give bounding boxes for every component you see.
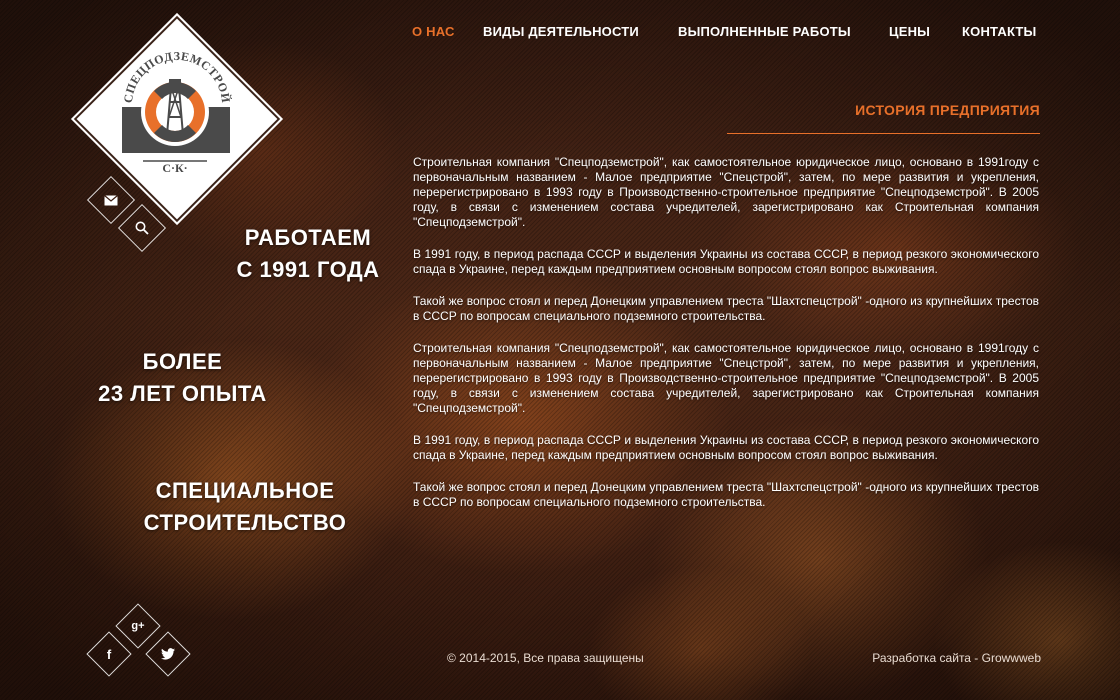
- logo-abbreviation: С·К·: [162, 161, 187, 175]
- nav-completed-works[interactable]: ВЫПОЛНЕННЫЕ РАБОТЫ: [678, 24, 851, 39]
- history-text: Строительная компания "Спецподземстрой",…: [413, 155, 1039, 527]
- paragraph: Такой же вопрос стоял и перед Донецким у…: [413, 294, 1039, 323]
- footer-developer-link[interactable]: Разработка сайта - Growwweb: [872, 651, 1041, 665]
- paragraph: В 1991 году, в период распада СССР и выд…: [413, 247, 1039, 276]
- slogan-special-construction: СПЕЦИАЛЬНОЕ СТРОИТЕЛЬСТВО: [125, 475, 365, 539]
- slogan-line: БОЛЕЕ: [142, 349, 223, 374]
- twitter-icon: [158, 644, 178, 664]
- nav-prices[interactable]: ЦЕНЫ: [889, 24, 930, 39]
- paragraph: Строительная компания "Спецподземстрой",…: [413, 155, 1039, 229]
- slogan-line: 23 ЛЕТ ОПЫТА: [98, 381, 267, 406]
- section-title: ИСТОРИЯ ПРЕДПРИЯТИЯ: [855, 102, 1040, 118]
- slogan-line: СТРОИТЕЛЬСТВО: [143, 510, 347, 535]
- slogan-line: СПЕЦИАЛЬНОЕ: [155, 478, 335, 503]
- paragraph: Такой же вопрос стоял и перед Донецким у…: [413, 480, 1039, 509]
- nav-activities[interactable]: ВИДЫ ДЕЯТЕЛЬНОСТИ: [483, 24, 639, 39]
- nav-contacts[interactable]: КОНТАКТЫ: [962, 24, 1036, 39]
- main-navigation: О НАС ВИДЫ ДЕЯТЕЛЬНОСТИ ВЫПОЛНЕННЫЕ РАБО…: [0, 24, 1120, 44]
- paragraph: В 1991 году, в период распада СССР и выд…: [413, 433, 1039, 462]
- google-plus-icon: g+: [131, 620, 145, 632]
- facebook-button[interactable]: f: [86, 631, 132, 677]
- facebook-icon: f: [106, 646, 112, 662]
- slogan-line: С 1991 ГОДА: [236, 257, 380, 282]
- paragraph: Строительная компания "Спецподземстрой",…: [413, 341, 1039, 415]
- section-divider: [727, 133, 1040, 134]
- google-plus-button[interactable]: g+: [115, 603, 161, 649]
- search-icon: [132, 218, 152, 238]
- twitter-button[interactable]: [145, 631, 191, 677]
- slogan-line: РАБОТАЕМ: [244, 225, 372, 250]
- slogan-experience: БОЛЕЕ 23 ЛЕТ ОПЫТА: [80, 346, 285, 410]
- footer-copyright: © 2014-2015, Все права защищены: [447, 651, 644, 665]
- envelope-icon: [101, 190, 121, 210]
- nav-about[interactable]: О НАС: [412, 24, 455, 39]
- slogan-since-1991: РАБОТАЕМ С 1991 ГОДА: [218, 222, 398, 286]
